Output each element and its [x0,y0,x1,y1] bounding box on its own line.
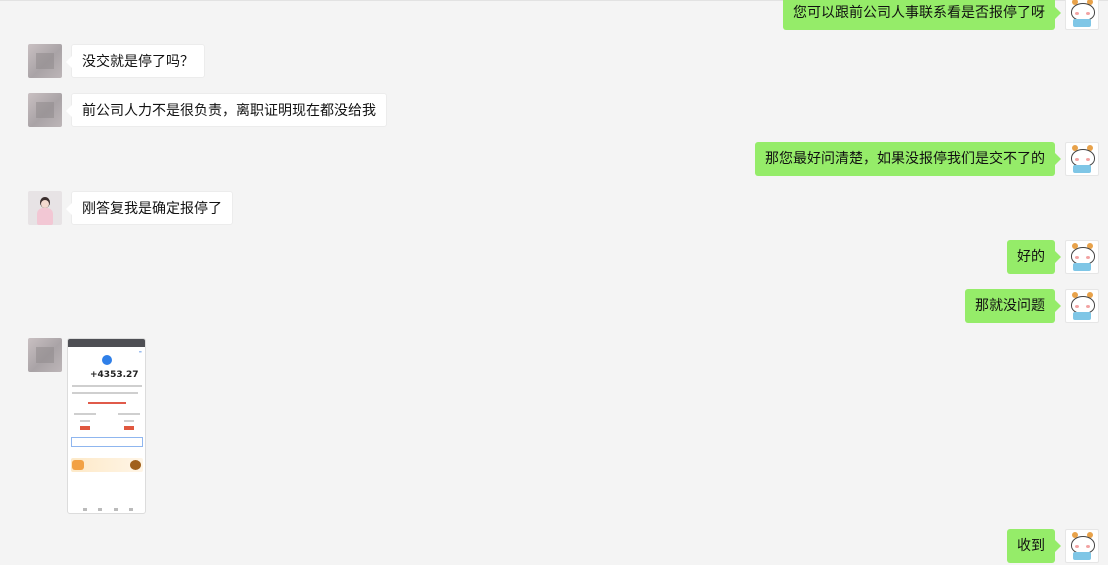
bottom-nav [83,508,133,511]
cartoon-cat-avatar[interactable] [1065,0,1099,30]
detail-line [80,420,90,422]
status-bar [68,339,145,347]
outgoing-message-bubble[interactable]: 那您最好问清楚，如果没报停我们是交不了的 [755,142,1061,176]
cartoon-cat-avatar[interactable] [1065,289,1099,323]
screenshot-image-message[interactable]: ≡ +4353.27 [67,338,146,514]
amount-text: +4353.27 [90,370,139,380]
blurred-avatar[interactable] [28,93,62,127]
message-row: ≡ +4353.27 [0,338,1108,514]
info-box [71,437,143,447]
promo-banner [71,458,143,472]
incoming-message-bubble[interactable]: 没交就是停了吗？ [66,44,205,78]
action-button [124,426,134,430]
message-row: 那您最好问清楚，如果没报停我们是交不了的 [0,142,1108,176]
detail-line [118,413,140,415]
blurred-avatar[interactable] [28,338,62,372]
cartoon-cat-avatar[interactable] [1065,529,1099,563]
girl-avatar[interactable] [28,191,62,225]
coin-icon [72,460,84,470]
menu-icon: ≡ [138,349,142,354]
detail-line [124,420,134,422]
outgoing-message-bubble[interactable]: 收到 [1007,529,1061,563]
message-row: 好的 [0,240,1108,274]
message-row: 您可以跟前公司人事联系看是否报停了呀 [0,0,1108,30]
message-row: 前公司人力不是很负责，离职证明现在都没给我 [0,93,1108,127]
outgoing-message-bubble[interactable]: 那就没问题 [965,289,1061,323]
detail-line [72,392,138,394]
message-row: 收到 [0,529,1108,563]
detail-line [74,413,96,415]
detail-line [72,385,142,387]
app-logo-icon [102,355,112,365]
message-row: 刚答复我是确定报停了 [0,191,1108,225]
blurred-avatar[interactable] [28,44,62,78]
cartoon-cat-avatar[interactable] [1065,142,1099,176]
incoming-message-bubble[interactable]: 前公司人力不是很负责，离职证明现在都没给我 [66,93,387,127]
cartoon-cat-avatar[interactable] [1065,240,1099,274]
incoming-message-bubble[interactable]: 刚答复我是确定报停了 [66,191,233,225]
message-row: 没交就是停了吗？ [0,44,1108,78]
outgoing-message-bubble[interactable]: 好的 [1007,240,1061,274]
message-row: 那就没问题 [0,289,1108,323]
badge-icon [130,460,141,470]
outgoing-message-bubble[interactable]: 您可以跟前公司人事联系看是否报停了呀 [783,0,1061,30]
notice-line [88,402,126,404]
action-button [80,426,90,430]
chat-window: 您可以跟前公司人事联系看是否报停了呀 没交就是停了吗？ 前公司人力不是很负责，离… [0,0,1108,565]
